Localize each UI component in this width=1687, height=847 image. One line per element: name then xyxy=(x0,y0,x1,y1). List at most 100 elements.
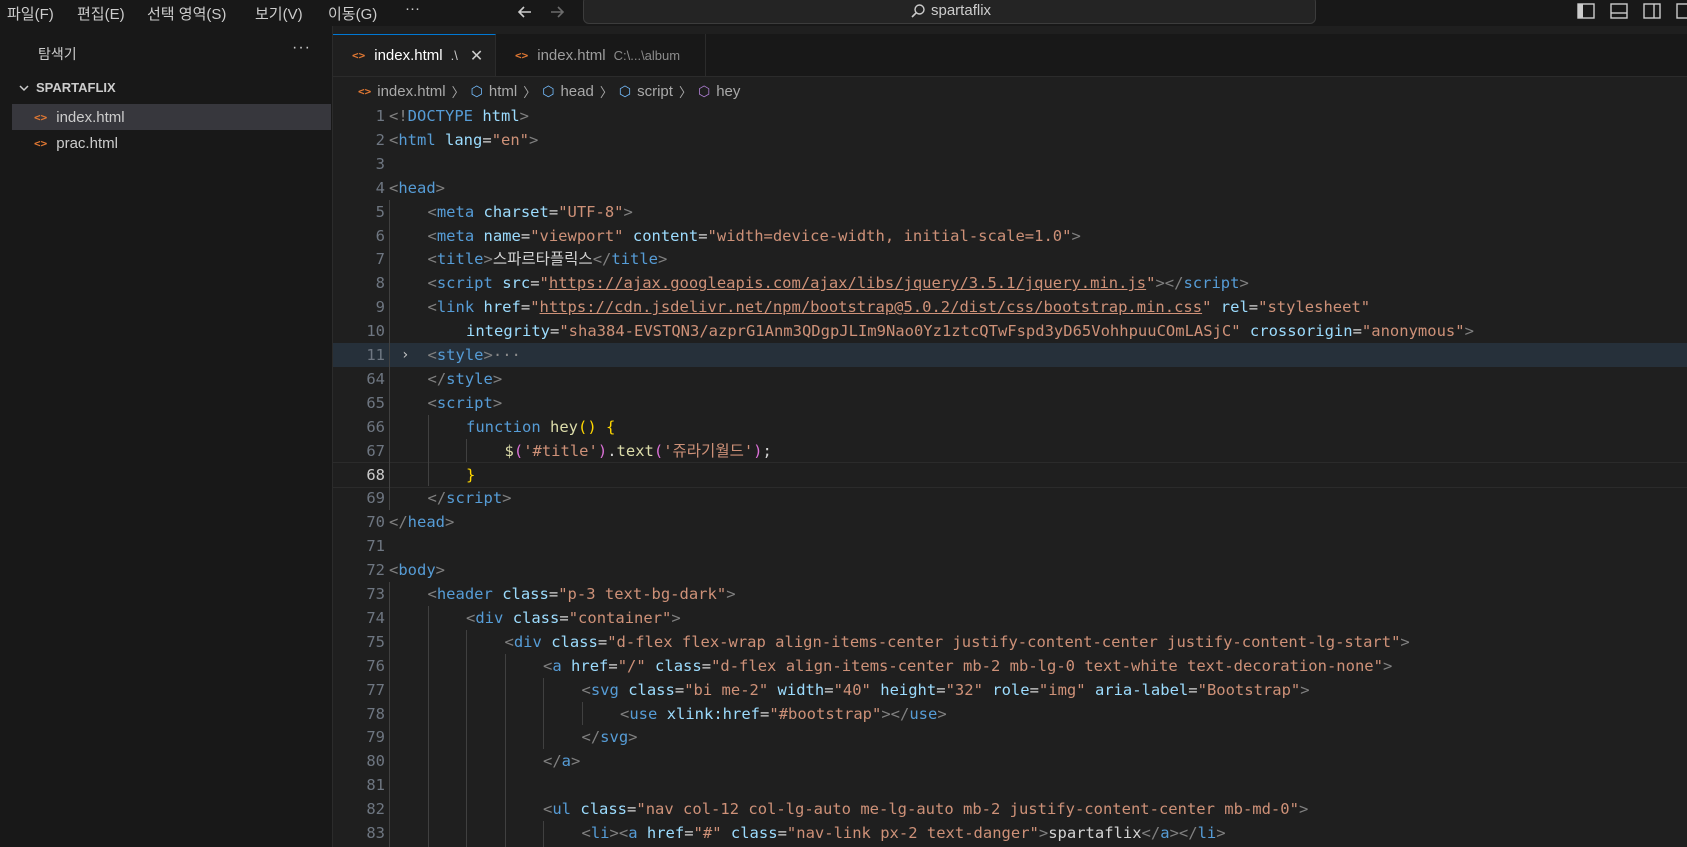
code-line[interactable]: 69 </script> xyxy=(333,486,1687,510)
forward-arrow-icon[interactable] xyxy=(546,1,568,23)
code-token: > xyxy=(1400,632,1410,651)
code-text: </a> xyxy=(543,749,580,773)
breadcrumb-head[interactable]: ⬡ head xyxy=(542,83,594,100)
folder-spartaflix[interactable]: SPARTAFLIX xyxy=(18,80,116,95)
menu-go[interactable]: 이동(G) xyxy=(328,3,377,24)
code-token: < xyxy=(389,178,399,197)
code-token: "nav col-12 col-lg-auto me-lg-auto mb-2 … xyxy=(636,800,1299,819)
code-token: = xyxy=(608,656,618,675)
code-line[interactable]: 11 › <style>··· xyxy=(333,343,1687,367)
chevron-right-icon: 〉 xyxy=(599,84,613,100)
code-token: a xyxy=(552,656,562,675)
code-line[interactable]: 78 <use xlink:href="#bootstrap"></use> xyxy=(333,702,1687,726)
code-line[interactable]: 70 </head> xyxy=(333,510,1687,534)
code-editor[interactable]: 1 <!DOCTYPE html> 2 <html lang="en"> 3 4 <head… xyxy=(333,104,1687,847)
close-icon[interactable]: ✕ xyxy=(470,46,483,66)
menu-more[interactable]: ··· xyxy=(405,0,420,17)
code-line[interactable]: 73 <header class="p-3 text-bg-dark"> xyxy=(333,582,1687,606)
code-token: text xyxy=(616,441,654,460)
code-line[interactable]: 82 <ul class="nav col-12 col-lg-auto me-l… xyxy=(333,797,1687,821)
toggle-panel-icon[interactable] xyxy=(1609,1,1629,21)
code-line[interactable]: 74 <div class="container"> xyxy=(333,606,1687,630)
menu-selection[interactable]: 선택 영역(S) xyxy=(147,3,226,24)
code-line[interactable]: 8 <script src="https://ajax.googleapis.co… xyxy=(333,271,1687,295)
code-token: > xyxy=(1239,274,1249,293)
code-line[interactable]: 5 <meta charset="UTF-8"> xyxy=(333,200,1687,224)
file-index-html[interactable]: <> index.html xyxy=(12,104,331,130)
code-line[interactable]: 71 xyxy=(333,534,1687,558)
code-token: < xyxy=(427,250,437,269)
html-file-icon: <> xyxy=(352,49,366,62)
indent-guide xyxy=(543,677,544,750)
toggle-primary-sidebar-icon[interactable] xyxy=(1576,1,1596,21)
code-line[interactable]: 68} xyxy=(333,461,1687,488)
code-token: = xyxy=(530,274,540,293)
line-number: 75 xyxy=(366,632,385,651)
breadcrumb-file[interactable]: <> index.html xyxy=(358,83,446,100)
line-number: 69 xyxy=(366,489,385,508)
code-token: = xyxy=(1248,298,1259,317)
code-token: = xyxy=(936,680,946,699)
breadcrumb-script[interactable]: ⬡ script xyxy=(619,83,673,100)
line-number: 6 xyxy=(375,226,385,245)
chevron-right-icon: 〉 xyxy=(451,84,465,100)
line-number: 67 xyxy=(366,441,385,460)
code-line[interactable]: 6 <meta name="viewport" content="width=de… xyxy=(333,224,1687,248)
menu-edit[interactable]: 편집(E) xyxy=(77,3,125,24)
code-line[interactable]: 4 <head> xyxy=(333,176,1687,200)
menu-file[interactable]: 파일(F) xyxy=(7,3,54,24)
line-number: 78 xyxy=(366,704,385,723)
code-line[interactable]: 1 <!DOCTYPE html> xyxy=(333,104,1687,128)
file-prac-html[interactable]: <> prac.html xyxy=(12,130,331,156)
code-text: <body> xyxy=(389,558,445,582)
code-line[interactable]: 72 <body> xyxy=(333,558,1687,582)
code-line[interactable]: 76 <a href="/" class="d-flex align-items-… xyxy=(333,654,1687,678)
tab-index-html-active[interactable]: <> index.html .\ ✕ xyxy=(333,34,496,76)
customize-layout-icon[interactable] xyxy=(1675,1,1687,21)
code-token: spartaflix xyxy=(1048,824,1142,842)
code-token: "d-flex flex-wrap align-items-center jus… xyxy=(607,632,1401,651)
back-arrow-icon[interactable] xyxy=(514,1,536,23)
code-line[interactable]: 77 <svg class="bi me-2" width="40" height… xyxy=(333,678,1687,702)
code-line[interactable]: 81 xyxy=(333,773,1687,797)
code-line[interactable]: 79 </svg> xyxy=(333,725,1687,749)
explorer-sidebar: 탐색기 ··· SPARTAFLIX <> index.html <> prac… xyxy=(0,26,333,847)
code-token: > xyxy=(483,250,493,269)
menu-view[interactable]: 보기(V) xyxy=(255,3,303,24)
code-line[interactable]: 80 </a> xyxy=(333,749,1687,773)
code-token: = xyxy=(482,130,492,149)
command-center-search[interactable]: spartaflix xyxy=(583,0,1316,24)
code-line[interactable]: 66 function hey() { xyxy=(333,415,1687,439)
html-file-icon: <> xyxy=(515,48,529,62)
code-token: class xyxy=(730,824,778,842)
code-token: a xyxy=(1160,824,1170,842)
code-line[interactable]: 75 <div class="d-flex flex-wrap align-ite… xyxy=(333,630,1687,654)
tab-index-html-album[interactable]: <> index.html C:\...\album xyxy=(496,34,706,76)
code-token: = xyxy=(520,226,531,245)
code-token: script xyxy=(436,274,493,293)
code-line[interactable]: 7 <title>스파르타플릭스</title> xyxy=(333,247,1687,271)
line-number: 81 xyxy=(366,776,385,795)
fold-chevron-right-icon[interactable]: › xyxy=(401,343,409,367)
code-line[interactable]: 2 <html lang="en"> xyxy=(333,128,1687,152)
code-token: } xyxy=(466,465,476,484)
explorer-more-actions[interactable]: ··· xyxy=(292,39,311,57)
code-line[interactable]: 83 <li><a href="#" class="nav-link px-2 t… xyxy=(333,821,1687,845)
code-token: lang xyxy=(445,130,483,149)
code-line[interactable]: 67 $('#title').text('쥬라기월드'); xyxy=(333,439,1687,463)
code-line[interactable]: 9 <link href="https://cdn.jsdelivr.net/np… xyxy=(333,295,1687,319)
breadcrumb-hey[interactable]: ⬡ hey xyxy=(698,83,740,100)
breadcrumb-html[interactable]: ⬡ html xyxy=(471,83,518,100)
code-token: > xyxy=(623,202,633,221)
code-line[interactable]: 65 <script> xyxy=(333,391,1687,415)
code-line[interactable]: 64 </style> xyxy=(333,367,1687,391)
code-line[interactable]: 3 xyxy=(333,152,1687,176)
code-text: </svg> xyxy=(582,725,638,749)
code-token: > xyxy=(1300,680,1310,699)
code-text: </script> xyxy=(428,486,512,510)
toggle-secondary-sidebar-icon[interactable] xyxy=(1642,1,1662,21)
code-token: class xyxy=(551,632,598,651)
code-line[interactable]: 10 integrity="sha384-EVSTQN3/azprG1Anm3QD… xyxy=(333,319,1687,343)
line-number: 80 xyxy=(366,752,385,771)
